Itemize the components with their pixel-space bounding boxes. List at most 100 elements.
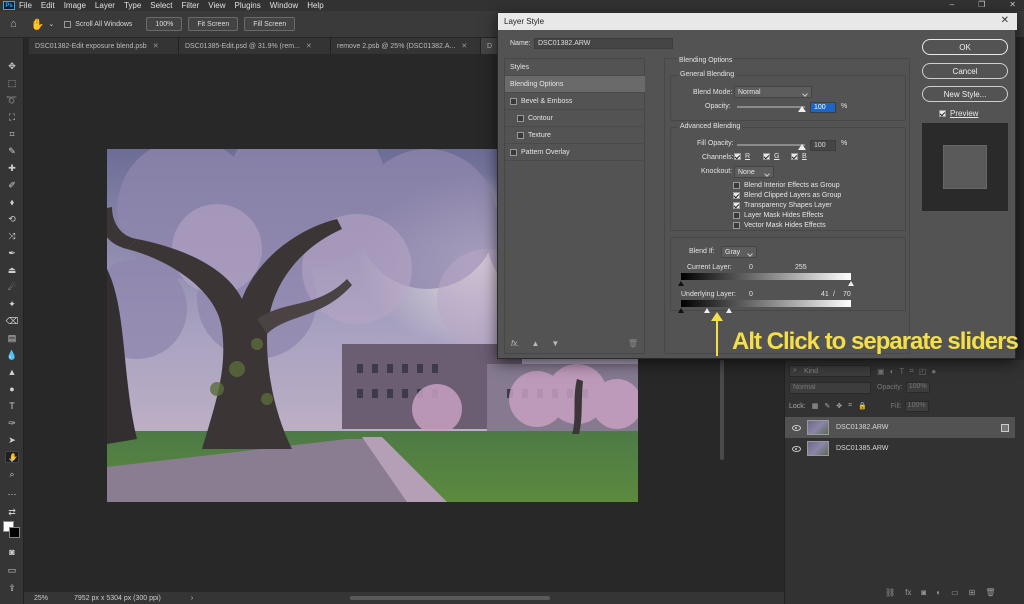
gradient-tool-icon[interactable]: ▤ [5,332,19,344]
minimize-icon[interactable]: – [950,0,954,9]
quick-mask-icon[interactable]: ◙ [5,546,19,558]
path-select-tool-icon[interactable]: ➤ [5,434,19,446]
fill-opacity-slider-thumb[interactable] [798,144,806,150]
lasso-tool-icon[interactable]: ➰ [5,94,19,106]
move-up-icon[interactable]: ▲ [531,339,539,348]
close-window-icon[interactable]: ✕ [1009,0,1016,9]
lock-paint-icon[interactable]: ✎ [824,402,830,410]
stamp-tool-icon[interactable]: ⬧ [5,196,19,208]
status-arrow-icon[interactable]: › [191,595,193,602]
layer-kind-select[interactable]: ⌕ Kind [789,365,871,377]
more-tools-icon[interactable]: ⋯ [5,488,19,500]
styles-header[interactable]: Styles [505,59,645,76]
vector-mask-hides-checkbox[interactable]: Vector Mask Hides Effects [733,222,826,229]
opacity-slider-track[interactable] [737,106,805,108]
layer-opacity-field[interactable]: 100% [905,382,930,393]
burn-tool-icon[interactable]: ● [5,383,19,395]
fill-opacity-field[interactable]: 100 [810,140,836,151]
horizontal-scrollbar[interactable] [350,596,550,600]
menu-edit[interactable]: Edit [41,1,55,10]
scroll-all-windows-checkbox[interactable]: Scroll All Windows [64,20,132,28]
knockout-select[interactable]: None [734,166,774,178]
move-tool-icon[interactable]: ✥ [5,60,19,72]
close-tab-icon[interactable]: ✕ [306,42,312,50]
vertical-scrollbar[interactable] [720,360,724,460]
style-checkbox[interactable] [510,97,517,105]
close-tab-icon[interactable]: ✕ [461,42,467,50]
fit-screen-button[interactable]: Fit Screen [188,17,239,31]
opacity-slider-thumb[interactable] [798,106,806,112]
crossfade-icon[interactable]: ⤨ [5,230,19,242]
filter-pixel-icon[interactable]: ▣ [877,367,885,376]
dodge-tool-icon[interactable]: ▲ [5,366,19,378]
fill-opacity-slider-track[interactable] [737,144,805,146]
opacity-field[interactable]: 100 [810,102,836,113]
menu-layer[interactable]: Layer [95,1,115,10]
layer-name[interactable]: DSC01382.ARW [836,424,888,431]
preview-checkbox[interactable]: Preview [939,109,978,118]
style-name-field[interactable]: DSC01382.ARW [534,38,673,49]
visibility-eye-icon[interactable] [792,445,801,452]
menu-plugins[interactable]: Plugins [235,1,261,10]
menu-help[interactable]: Help [307,1,323,10]
style-pattern-overlay[interactable]: Pattern Overlay [505,144,645,161]
layer-row-selected[interactable]: DSC01382.ARW [785,417,1015,438]
close-tab-icon[interactable]: ✕ [153,42,159,50]
marquee-tool-icon[interactable]: ⬚ [5,77,19,89]
crop-tool-icon[interactable]: ⌗ [5,128,19,140]
tab-document-2[interactable]: DSC01385-Edit.psd @ 31.9% (rem... ✕ [179,38,331,54]
style-checkbox[interactable] [510,148,517,156]
filter-type-icon[interactable]: T [899,367,904,376]
history-brush-icon[interactable]: ⟲ [5,213,19,225]
channel-b-checkbox[interactable]: B [791,153,807,160]
background-color-swatch[interactable] [9,527,20,538]
chevron-down-icon[interactable]: ⌄ [48,20,54,28]
spot-icon[interactable]: ✦ [5,298,19,310]
stamp-icon[interactable]: ⏏ [5,264,19,276]
channel-r-checkbox[interactable]: R [734,153,750,160]
fill-screen-button[interactable]: Fill Screen [244,17,296,31]
lock-all-icon[interactable]: 🔒 [858,402,867,410]
menu-select[interactable]: Select [150,1,172,10]
swap-colors-icon[interactable]: ⇄ [5,506,19,518]
current-layer-black-slider[interactable] [678,281,684,286]
style-bevel-emboss[interactable]: Bevel & Emboss [505,93,645,110]
link-layers-icon[interactable]: ⛓ [885,588,895,597]
pen-tool-icon[interactable]: ✑ [5,417,19,429]
filter-toggle-icon[interactable]: ● [931,367,936,376]
zoom-100-button[interactable]: 100% [146,17,183,31]
home-icon[interactable]: ⌂ [10,18,17,30]
layer-row[interactable]: DSC01385.ARW [785,438,1015,459]
transparency-shapes-checkbox[interactable]: Transparency Shapes Layer [733,202,832,209]
channel-g-checkbox[interactable]: G [763,153,779,160]
type-tool-icon[interactable]: T [5,400,19,412]
menu-type[interactable]: Type [124,1,141,10]
pen-brush-icon[interactable]: ✒ [5,247,19,259]
add-mask-icon[interactable]: ◙ [921,588,926,597]
healing-brush-icon[interactable]: ✚ [5,162,19,174]
filter-shape-icon[interactable]: ⌗ [909,366,914,376]
new-style-button[interactable]: New Style... [922,86,1008,102]
cancel-button[interactable]: Cancel [922,63,1008,79]
adjustment-layer-icon[interactable]: ◐ [936,588,941,597]
style-blending-options[interactable]: Blending Options [505,76,645,93]
underlying-black-slider[interactable] [678,308,684,313]
style-contour[interactable]: Contour [505,110,645,127]
style-checkbox[interactable] [517,131,524,139]
smudge-icon[interactable]: ☄ [5,281,19,293]
move-down-icon[interactable]: ▼ [551,339,559,348]
eyedropper-tool-icon[interactable]: ✎ [5,145,19,157]
menu-image[interactable]: Image [64,1,86,10]
zoom-level[interactable]: 25% [34,595,48,602]
ok-button[interactable]: OK [922,39,1008,55]
add-style-fx-icon[interactable]: fx [905,588,911,597]
lock-artboard-icon[interactable]: ⌗ [848,402,852,410]
screen-mode-icon[interactable]: ▭ [5,564,19,576]
tab-document-1[interactable]: DSC01382-Edit exposure blend.psb ✕ [29,38,179,54]
layer-mask-hides-checkbox[interactable]: Layer Mask Hides Effects [733,212,823,219]
blend-mode-select[interactable]: Normal [734,86,812,98]
delete-layer-icon[interactable]: 🗑 [985,588,995,597]
share-icon[interactable]: ⇪ [5,582,19,594]
group-icon[interactable]: ▭ [951,588,959,597]
new-layer-icon[interactable]: ⊞ [969,588,976,597]
